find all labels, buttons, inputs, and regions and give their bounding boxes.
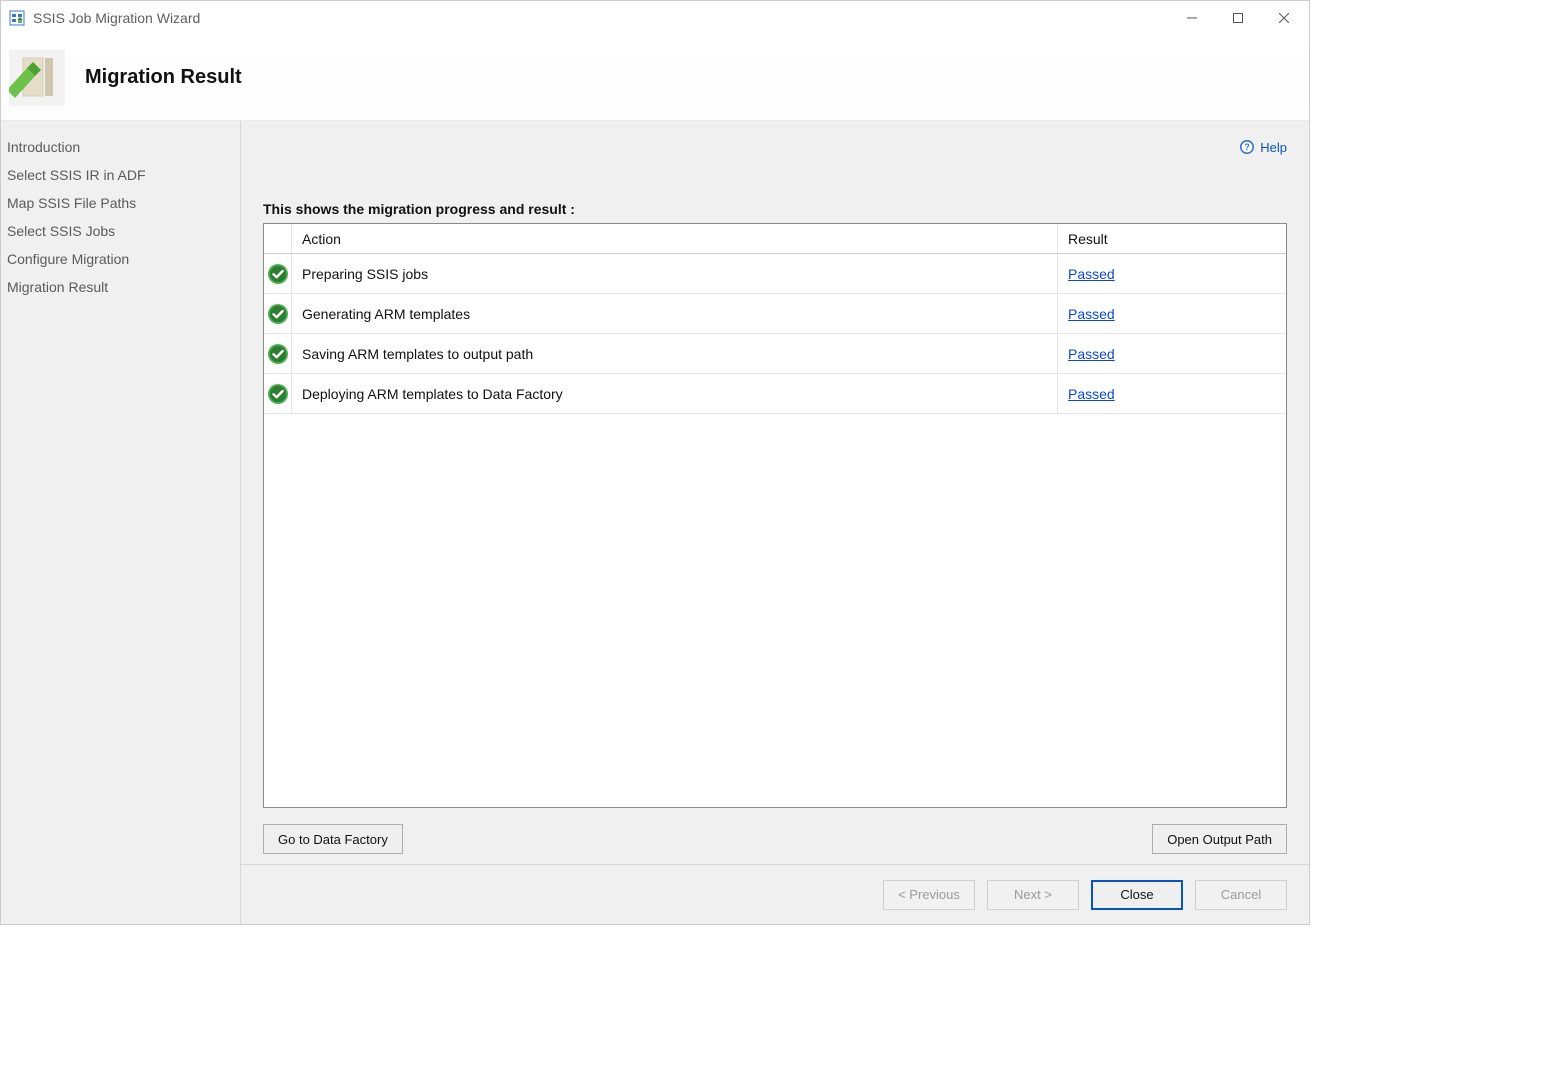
sidebar-step-introduction[interactable]: Introduction: [1, 133, 240, 161]
grid-row: Saving ARM templates to output path Passe…: [264, 334, 1286, 374]
action-cell: Generating ARM templates: [292, 294, 1058, 333]
progress-caption: This shows the migration progress and re…: [263, 201, 1287, 217]
success-icon: [264, 294, 292, 333]
maximize-button[interactable]: [1215, 3, 1261, 33]
success-icon: [264, 374, 292, 413]
wizard-footer: < Previous Next > Close Cancel: [241, 864, 1309, 924]
result-cell: Passed: [1058, 254, 1286, 293]
under-grid-actions: Go to Data Factory Open Output Path: [263, 808, 1287, 854]
header-icon: [9, 50, 65, 106]
action-cell: Saving ARM templates to output path: [292, 334, 1058, 373]
grid-rows: Preparing SSIS jobsPassedGenerating ARM …: [264, 254, 1286, 807]
result-link[interactable]: Passed: [1068, 346, 1115, 362]
content: ? Help This shows the migration progress…: [241, 121, 1309, 864]
titlebar: SSIS Job Migration Wizard: [1, 1, 1309, 35]
result-cell: Passed: [1058, 334, 1286, 373]
body: Introduction Select SSIS IR in ADF Map S…: [1, 121, 1309, 924]
grid-row: Generating ARM templates Passed: [264, 294, 1286, 334]
sidebar-step-map-file-paths[interactable]: Map SSIS File Paths: [1, 189, 240, 217]
help-link[interactable]: ? Help: [1239, 139, 1287, 155]
sidebar-step-configure[interactable]: Configure Migration: [1, 245, 240, 273]
grid-header-icon: [264, 224, 292, 253]
action-cell: Preparing SSIS jobs: [292, 254, 1058, 293]
success-icon: [264, 334, 292, 373]
window-title: SSIS Job Migration Wizard: [33, 10, 200, 26]
content-wrap: ? Help This shows the migration progress…: [241, 121, 1309, 924]
close-window-button[interactable]: [1261, 3, 1307, 33]
open-output-path-button[interactable]: Open Output Path: [1152, 824, 1287, 854]
grid-header-result: Result: [1058, 224, 1286, 253]
grid-row: Preparing SSIS jobs Passed: [264, 254, 1286, 294]
result-link[interactable]: Passed: [1068, 306, 1115, 322]
app-icon: [9, 10, 25, 26]
grid-header-action: Action: [292, 224, 1058, 253]
page-title: Migration Result: [85, 66, 242, 89]
result-grid: Action Result Preparing SSIS jobsPassedG…: [263, 223, 1287, 808]
svg-text:?: ?: [1245, 142, 1251, 152]
help-icon: ?: [1239, 139, 1255, 155]
sidebar-step-result[interactable]: Migration Result: [1, 273, 240, 301]
close-button[interactable]: Close: [1091, 880, 1183, 910]
go-to-data-factory-button[interactable]: Go to Data Factory: [263, 824, 403, 854]
result-cell: Passed: [1058, 374, 1286, 413]
grid-header: Action Result: [264, 224, 1286, 254]
header-band: Migration Result: [1, 35, 1309, 121]
previous-button: < Previous: [883, 880, 975, 910]
success-icon: [264, 254, 292, 293]
sidebar-step-select-ssis-ir[interactable]: Select SSIS IR in ADF: [1, 161, 240, 189]
result-cell: Passed: [1058, 294, 1286, 333]
help-row: ? Help: [263, 135, 1287, 159]
result-link[interactable]: Passed: [1068, 266, 1115, 282]
help-label: Help: [1260, 140, 1287, 155]
next-button: Next >: [987, 880, 1079, 910]
result-link[interactable]: Passed: [1068, 386, 1115, 402]
minimize-button[interactable]: [1169, 3, 1215, 33]
grid-row: Deploying ARM templates to Data Factory P…: [264, 374, 1286, 414]
cancel-button: Cancel: [1195, 880, 1287, 910]
wizard-window: SSIS Job Migration Wizard Migration Resu…: [0, 0, 1310, 925]
wizard-steps-sidebar: Introduction Select SSIS IR in ADF Map S…: [1, 121, 241, 924]
action-cell: Deploying ARM templates to Data Factory: [292, 374, 1058, 413]
sidebar-step-select-jobs[interactable]: Select SSIS Jobs: [1, 217, 240, 245]
